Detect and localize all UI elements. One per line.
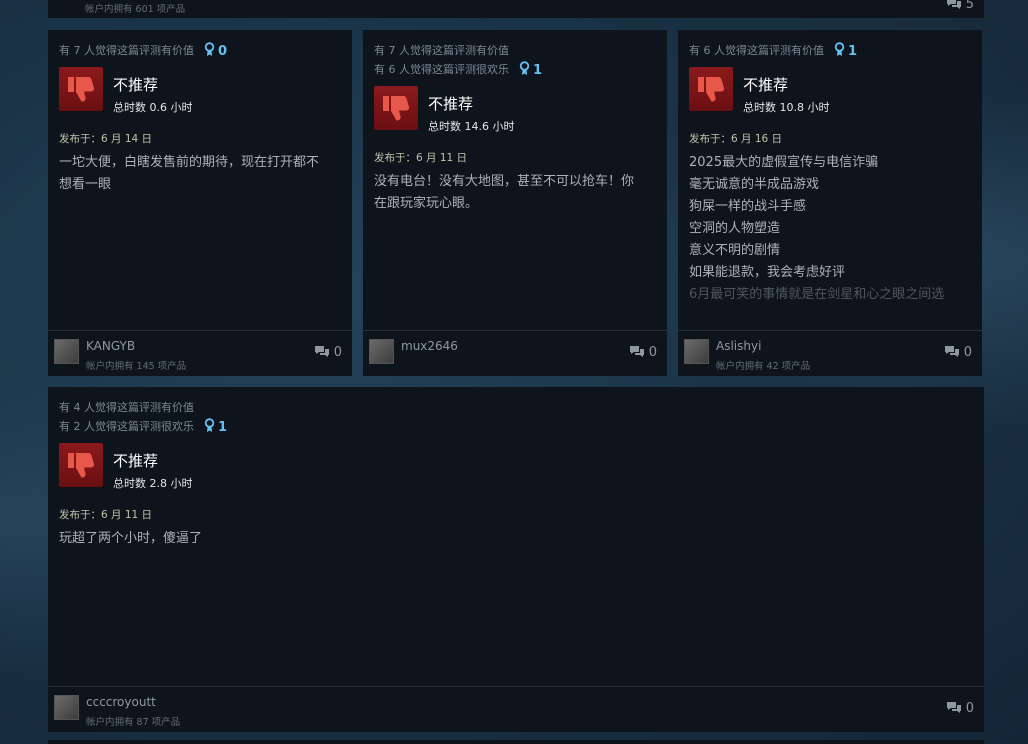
- review-card: 有 4 人觉得这篇评测有价值 有 2 人觉得这篇评测很欢乐 1 不推荐 总时数 2…: [48, 387, 984, 732]
- review-footer: ccccroyoutt 帐户内拥有 87 项产品 0: [48, 686, 984, 732]
- user-owned-count: 帐户内拥有 42 项产品: [716, 361, 811, 372]
- avatar[interactable]: [54, 695, 79, 720]
- funny-text: 有 6 人觉得这篇评测很欢乐: [374, 63, 509, 76]
- funny-text: 有 2 人觉得这篇评测很欢乐: [59, 420, 194, 433]
- hours-played: 总时数 10.8 小时: [743, 100, 830, 114]
- review-card-partial-top: 帐户内拥有 601 项产品 5: [48, 0, 984, 18]
- posted-date: 发布于：6 月 16 日: [689, 132, 783, 145]
- review-line: 如果能退款，我会考虑好评: [689, 264, 846, 280]
- user-name[interactable]: ccccroyoutt: [86, 695, 156, 709]
- posted-date: 发布于：6 月 11 日: [374, 151, 468, 164]
- comment-button[interactable]: 5: [946, 0, 974, 12]
- review-line: 毫无诚意的半成品游戏: [689, 176, 820, 192]
- hours-played: 总时数 2.8 小时: [113, 476, 193, 490]
- helpful-text: 有 6 人觉得这篇评测有价值: [689, 44, 824, 57]
- funny-line: 有 6 人觉得这篇评测很欢乐 1: [374, 60, 656, 80]
- posted-date: 发布于：6 月 14 日: [59, 132, 153, 145]
- award-count: 0: [218, 43, 228, 59]
- comment-button[interactable]: 0: [629, 345, 657, 360]
- award-button[interactable]: 1: [519, 60, 543, 80]
- user-owned-count: 帐户内拥有 87 项产品: [86, 717, 181, 728]
- comment-icon: [946, 0, 961, 9]
- verdict-block[interactable]: 不推荐 总时数 2.8 小时: [59, 442, 973, 490]
- comment-count: 0: [648, 345, 657, 360]
- verdict-title: 不推荐: [428, 94, 474, 113]
- review-line: 没有电台！没有大地图，甚至不可以抢车！你: [374, 173, 635, 189]
- comment-count: 0: [333, 345, 342, 360]
- verdict-block[interactable]: 不推荐 总时数 10.8 小时: [689, 66, 971, 114]
- review-text[interactable]: 一坨大便，白瞎发售前的期待，现在打开都不 想看一眼: [59, 152, 341, 196]
- review-text[interactable]: 没有电台！没有大地图，甚至不可以抢车！你 在跟玩家玩心眼。: [374, 171, 656, 215]
- award-icon: [834, 41, 845, 56]
- review-line: 一坨大便，白瞎发售前的期待，现在打开都不: [59, 154, 320, 170]
- helpful-line: 有 7 人觉得这篇评测有价值 0: [59, 41, 341, 61]
- user-name[interactable]: mux2646: [401, 339, 458, 353]
- award-icon: [519, 60, 530, 75]
- review-text[interactable]: 玩超了两个小时，傻逼了: [59, 528, 973, 550]
- comment-button[interactable]: 0: [946, 701, 974, 716]
- award-icon: [204, 417, 215, 432]
- user-owned-count: 帐户内拥有 601 项产品: [85, 4, 186, 15]
- review-line: 意义不明的剧情: [689, 242, 781, 258]
- thumbs-down-icon: [59, 66, 103, 111]
- review-text[interactable]: 2025最大的虚假宣传与电信诈骗 毫无诚意的半成品游戏 狗屎一样的战斗手感 空洞…: [689, 152, 971, 306]
- award-icon: [204, 41, 215, 56]
- comment-button[interactable]: 0: [944, 345, 972, 360]
- thumbs-down-icon: [374, 85, 418, 130]
- verdict-title: 不推荐: [743, 75, 789, 94]
- review-card-partial-bottom: [48, 740, 984, 744]
- award-button[interactable]: 0: [204, 41, 228, 61]
- review-card: 有 6 人觉得这篇评测有价值 1 不推荐 总时数 10.8 小时 发布于：6 月 …: [678, 30, 982, 376]
- user-name[interactable]: Aslishyi: [716, 339, 761, 353]
- comment-icon: [946, 702, 961, 713]
- helpful-text: 有 7 人觉得这篇评测有价值: [374, 44, 509, 57]
- comment-icon: [944, 346, 959, 357]
- award-count: 1: [533, 62, 543, 78]
- verdict-block[interactable]: 不推荐 总时数 0.6 小时: [59, 66, 341, 114]
- helpful-text: 有 4 人觉得这篇评测有价值: [59, 401, 194, 414]
- review-footer: KANGYB 帐户内拥有 145 项产品 0: [48, 330, 352, 376]
- avatar[interactable]: [369, 339, 394, 364]
- posted-date: 发布于：6 月 11 日: [59, 508, 153, 521]
- comment-count: 5: [965, 0, 974, 12]
- verdict-block[interactable]: 不推荐 总时数 14.6 小时: [374, 85, 656, 133]
- review-card: 有 7 人觉得这篇评测有价值 有 6 人觉得这篇评测很欢乐 1 不推荐 总时数 1…: [363, 30, 667, 376]
- hours-played: 总时数 14.6 小时: [428, 119, 515, 133]
- review-line: 空洞的人物塑造: [689, 220, 781, 236]
- review-line: 玩超了两个小时，傻逼了: [59, 530, 203, 546]
- funny-line: 有 2 人觉得这篇评测很欢乐 1: [59, 417, 973, 437]
- helpful-text: 有 7 人觉得这篇评测有价值: [59, 44, 194, 57]
- award-button[interactable]: 1: [834, 41, 858, 61]
- user-owned-count: 帐户内拥有 145 项产品: [86, 361, 187, 372]
- helpful-line: 有 6 人觉得这篇评测有价值 1: [689, 41, 971, 61]
- award-button[interactable]: 1: [204, 417, 228, 437]
- review-line: 想看一眼: [59, 176, 112, 192]
- review-line: 2025最大的虚假宣传与电信诈骗: [689, 154, 879, 170]
- comment-count: 0: [963, 345, 972, 360]
- award-count: 1: [848, 43, 858, 59]
- thumbs-down-icon: [689, 66, 733, 111]
- avatar[interactable]: [684, 339, 709, 364]
- verdict-title: 不推荐: [113, 75, 159, 94]
- award-count: 1: [218, 419, 228, 435]
- review-card: 有 7 人觉得这篇评测有价值 0 不推荐 总时数 0.6 小时 发布于：6 月 1…: [48, 30, 352, 376]
- verdict-title: 不推荐: [113, 451, 159, 470]
- hours-played: 总时数 0.6 小时: [113, 100, 193, 114]
- review-line: 在跟玩家玩心眼。: [374, 195, 479, 211]
- comment-button[interactable]: 0: [314, 345, 342, 360]
- comment-count: 0: [965, 701, 974, 716]
- thumbs-down-icon: [59, 442, 103, 487]
- comment-icon: [314, 346, 329, 357]
- comment-icon: [629, 346, 644, 357]
- review-line: 狗屎一样的战斗手感: [689, 198, 807, 214]
- review-footer: Aslishyi 帐户内拥有 42 项产品 0: [678, 330, 982, 376]
- user-name[interactable]: KANGYB: [86, 339, 135, 353]
- review-line-faded: 6月最可笑的事情就是在剑星和心之眼之间选: [689, 286, 945, 302]
- avatar[interactable]: [54, 339, 79, 364]
- review-footer: mux2646 0: [363, 330, 667, 376]
